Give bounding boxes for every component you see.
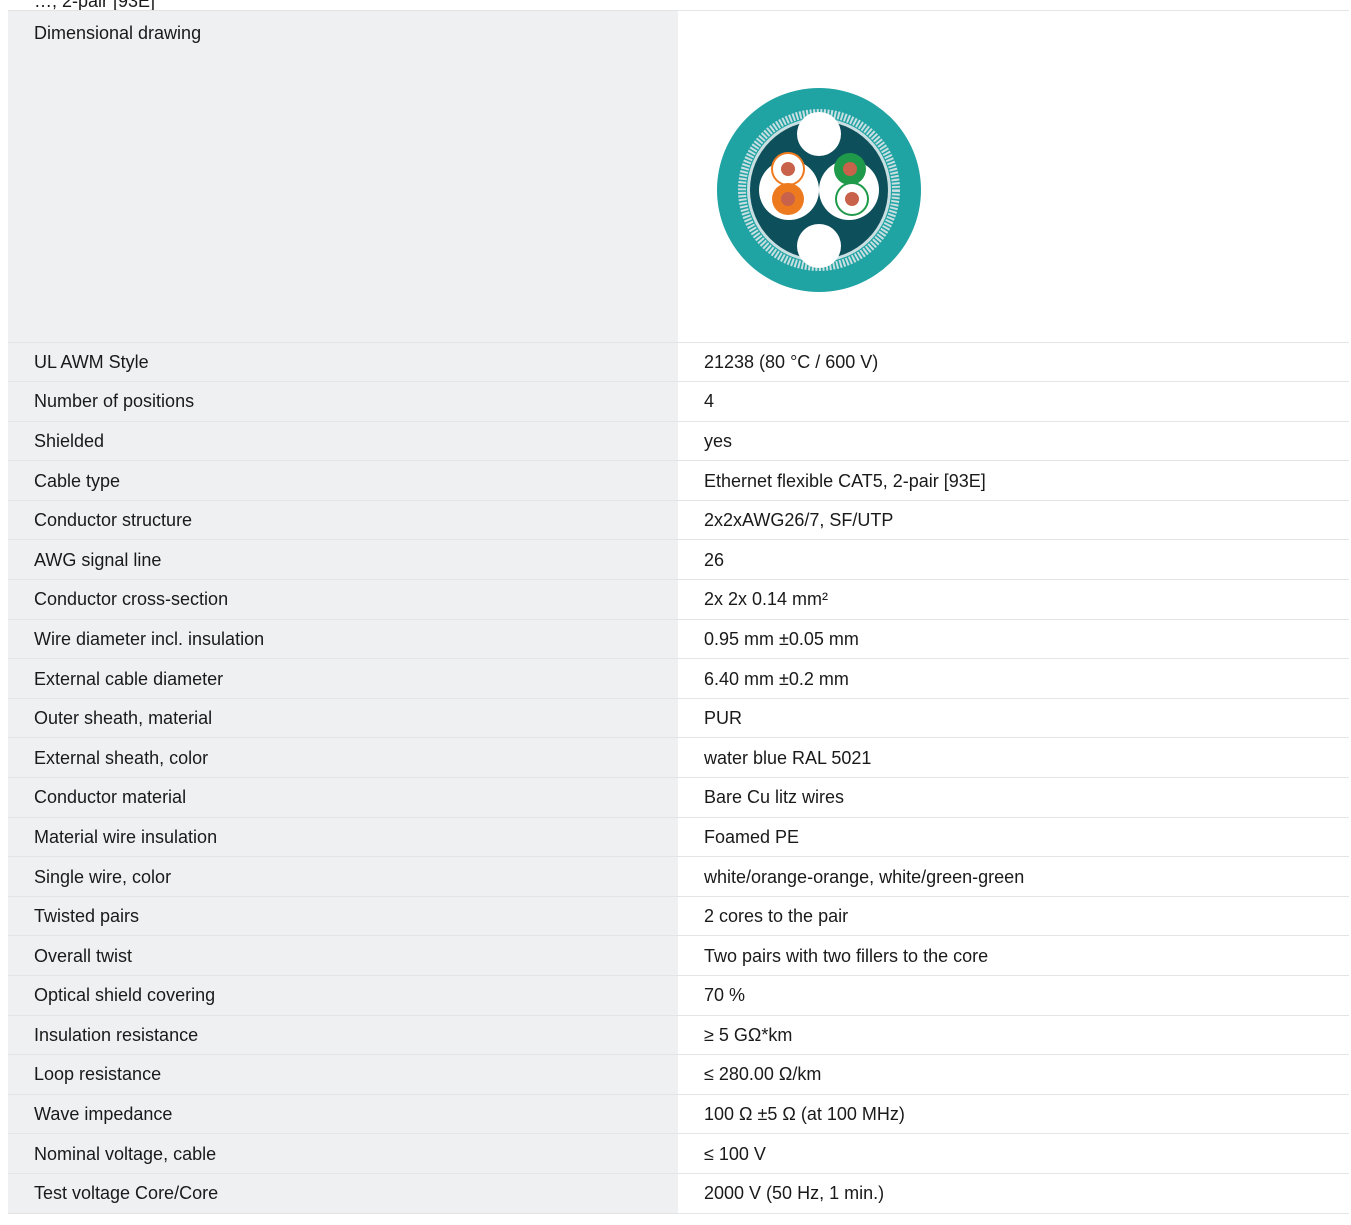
row-value: white/orange-orange, white/green-green xyxy=(678,856,1349,897)
row-label: Test voltage Core/Core xyxy=(8,1173,678,1214)
row-value: 2x 2x 0.14 mm² xyxy=(678,579,1349,620)
row-value: Two pairs with two fillers to the core xyxy=(678,935,1349,976)
table-row: Optical shield covering 70 % xyxy=(8,975,1349,1016)
row-label: Dimensional drawing xyxy=(8,11,678,343)
previous-row-clipped: …, 2-pair [93E] xyxy=(8,0,1349,11)
table-row: Outer sheath, material PUR xyxy=(8,698,1349,739)
row-value: 6.40 mm ±0.2 mm xyxy=(678,658,1349,699)
row-value: yes xyxy=(678,421,1349,462)
table-row: External sheath, color water blue RAL 502… xyxy=(8,737,1349,779)
row-label: Insulation resistance xyxy=(8,1015,678,1056)
table-row: Insulation resistance ≥ 5 GΩ*km xyxy=(8,1015,1349,1056)
row-label: Material wire insulation xyxy=(8,817,678,858)
row-value: Foamed PE xyxy=(678,817,1349,858)
row-label: Nominal voltage, cable xyxy=(8,1133,678,1174)
row-label: Overall twist xyxy=(8,935,678,976)
row-label: Conductor material xyxy=(8,777,678,818)
table-row: Material wire insulation Foamed PE xyxy=(8,817,1349,858)
table-row: Cable type Ethernet flexible CAT5, 2-pair… xyxy=(8,460,1349,501)
row-label: Wave impedance xyxy=(8,1094,678,1135)
row-value: 2x2xAWG26/7, SF/UTP xyxy=(678,500,1349,541)
cable-cross-section-icon xyxy=(717,88,921,292)
copper-core xyxy=(845,192,859,206)
table-row: Twisted pairs 2 cores to the pair xyxy=(8,896,1349,937)
table-row: Number of positions 4 xyxy=(8,381,1349,422)
previous-row-text: …, 2-pair [93E] xyxy=(34,0,156,11)
table-row: Conductor cross-section 2x 2x 0.14 mm² xyxy=(8,579,1349,620)
copper-core xyxy=(781,162,795,176)
technical-data-table: Dimensional drawing UL AWM Style 21238 (… xyxy=(8,11,1349,1214)
table-row: UL AWM Style 21238 (80 °C / 600 V) xyxy=(8,342,1349,383)
row-value: PUR xyxy=(678,698,1349,739)
row-label: Outer sheath, material xyxy=(8,698,678,739)
filler-bottom xyxy=(797,224,841,268)
row-label: Number of positions xyxy=(8,381,678,422)
row-label: AWG signal line xyxy=(8,539,678,581)
drawing-cell xyxy=(678,11,1349,343)
row-value: ≤ 100 V xyxy=(678,1133,1349,1174)
table-row: Wire diameter incl. insulation 0.95 mm ±0… xyxy=(8,619,1349,660)
row-value: 2 cores to the pair xyxy=(678,896,1349,937)
table-row: Shielded yes xyxy=(8,421,1349,462)
row-value: 2000 V (50 Hz, 1 min.) xyxy=(678,1173,1349,1214)
row-label: Wire diameter incl. insulation xyxy=(8,619,678,660)
row-value: Bare Cu litz wires xyxy=(678,777,1349,818)
row-label: External sheath, color xyxy=(8,737,678,779)
row-value: Ethernet flexible CAT5, 2-pair [93E] xyxy=(678,460,1349,501)
table-row: Conductor material Bare Cu litz wires xyxy=(8,777,1349,818)
row-label: Single wire, color xyxy=(8,856,678,897)
row-label: Cable type xyxy=(8,460,678,501)
table-row: Single wire, color white/orange-orange, w… xyxy=(8,856,1349,897)
row-label: UL AWM Style xyxy=(8,342,678,383)
row-value: 26 xyxy=(678,539,1349,581)
copper-core xyxy=(781,192,795,206)
filler-top xyxy=(797,112,841,156)
row-label: Shielded xyxy=(8,421,678,462)
table-row: Test voltage Core/Core 2000 V (50 Hz, 1 m… xyxy=(8,1173,1349,1214)
copper-core xyxy=(843,162,857,176)
row-value: 70 % xyxy=(678,975,1349,1016)
row-label: External cable diameter xyxy=(8,658,678,699)
row-label: Loop resistance xyxy=(8,1054,678,1095)
row-value: ≥ 5 GΩ*km xyxy=(678,1015,1349,1056)
spec-page: …, 2-pair [93E] Dimensional drawing UL A… xyxy=(0,0,1351,1225)
table-row: Conductor structure 2x2xAWG26/7, SF/UTP xyxy=(8,500,1349,541)
row-value: 100 Ω ±5 Ω (at 100 MHz) xyxy=(678,1094,1349,1135)
table-row: Wave impedance 100 Ω ±5 Ω (at 100 MHz) xyxy=(8,1094,1349,1135)
row-label: Conductor structure xyxy=(8,500,678,541)
row-value: 0.95 mm ±0.05 mm xyxy=(678,619,1349,660)
row-label: Conductor cross-section xyxy=(8,579,678,620)
row-value: water blue RAL 5021 xyxy=(678,737,1349,779)
row-label: Optical shield covering xyxy=(8,975,678,1016)
table-row: External cable diameter 6.40 mm ±0.2 mm xyxy=(8,658,1349,699)
table-row: AWG signal line 26 xyxy=(8,539,1349,581)
row-value: 4 xyxy=(678,381,1349,422)
row-value: ≤ 280.00 Ω/km xyxy=(678,1054,1349,1095)
table-row: Nominal voltage, cable ≤ 100 V xyxy=(8,1133,1349,1174)
table-row-dimensional-drawing: Dimensional drawing xyxy=(8,11,1349,343)
table-row: Loop resistance ≤ 280.00 Ω/km xyxy=(8,1054,1349,1095)
table-row: Overall twist Two pairs with two fillers … xyxy=(8,935,1349,976)
row-value: 21238 (80 °C / 600 V) xyxy=(678,342,1349,383)
row-label: Twisted pairs xyxy=(8,896,678,937)
